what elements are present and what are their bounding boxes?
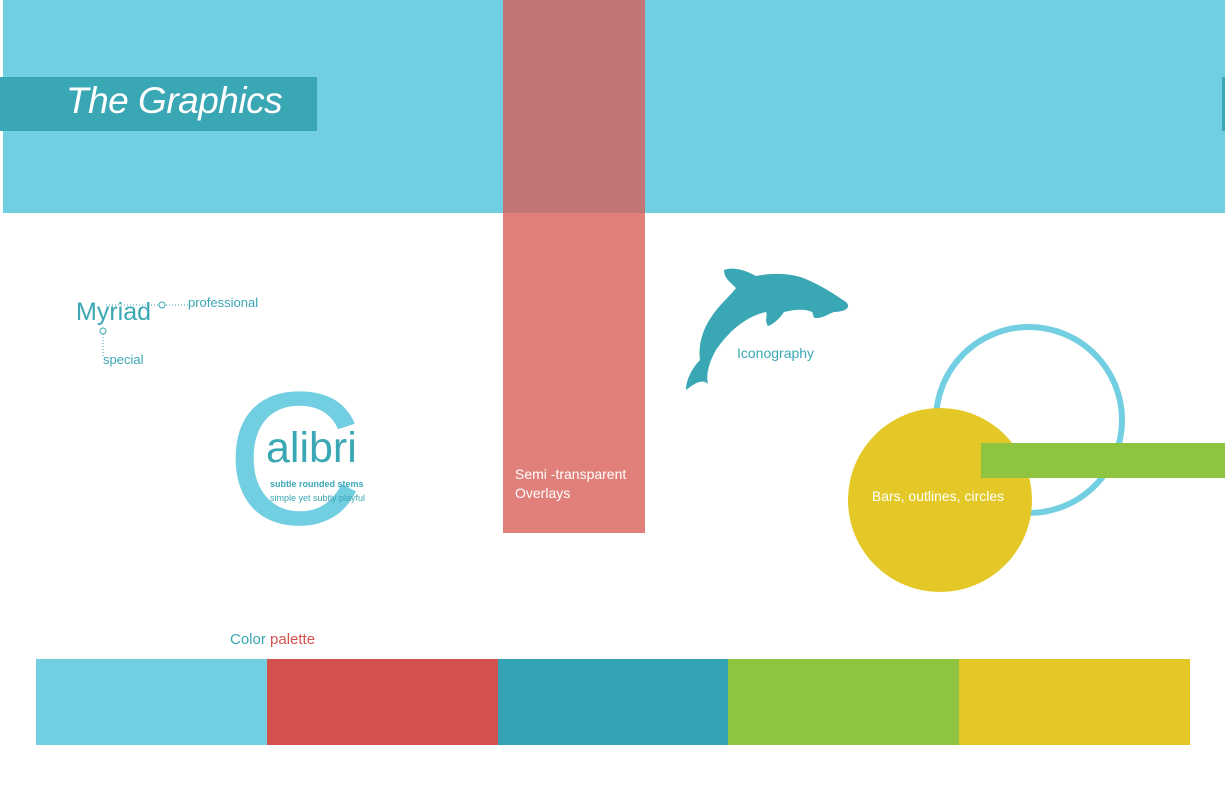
shapes-illustration bbox=[848, 324, 1225, 592]
palette-swatch-yellow bbox=[959, 659, 1190, 745]
myriad-callout-lines bbox=[99, 301, 188, 357]
palette-title-word-2: palette bbox=[270, 631, 316, 648]
dolphin-icon bbox=[686, 268, 849, 390]
palette-title: Color palette bbox=[230, 631, 315, 648]
shapes-label: Bars, outlines, circles bbox=[871, 488, 1005, 504]
calibri-note-2: simple yet subtly playful bbox=[270, 493, 366, 503]
myriad-tag-professional: professional bbox=[188, 295, 259, 310]
semi-transparent-overlay-bar bbox=[503, 0, 645, 533]
iconography-label: Iconography bbox=[737, 345, 815, 361]
palette-swatch-light-blue bbox=[36, 659, 267, 745]
overlay-label: Semi -transparent Overlays bbox=[515, 466, 627, 501]
palette-swatch-red bbox=[266, 659, 498, 745]
calibri-note-1: subtle rounded stems bbox=[270, 479, 364, 489]
green-bar bbox=[981, 443, 1225, 478]
color-palette-strip bbox=[36, 659, 1190, 745]
palette-swatch-teal bbox=[497, 659, 729, 745]
palette-swatch-green bbox=[728, 659, 960, 745]
palette-title-word-1: Color bbox=[230, 631, 266, 648]
myriad-tag-special: special bbox=[103, 352, 144, 367]
calibri-font-sample: alibri bbox=[266, 424, 357, 472]
page-title: The Graphics bbox=[66, 80, 283, 121]
